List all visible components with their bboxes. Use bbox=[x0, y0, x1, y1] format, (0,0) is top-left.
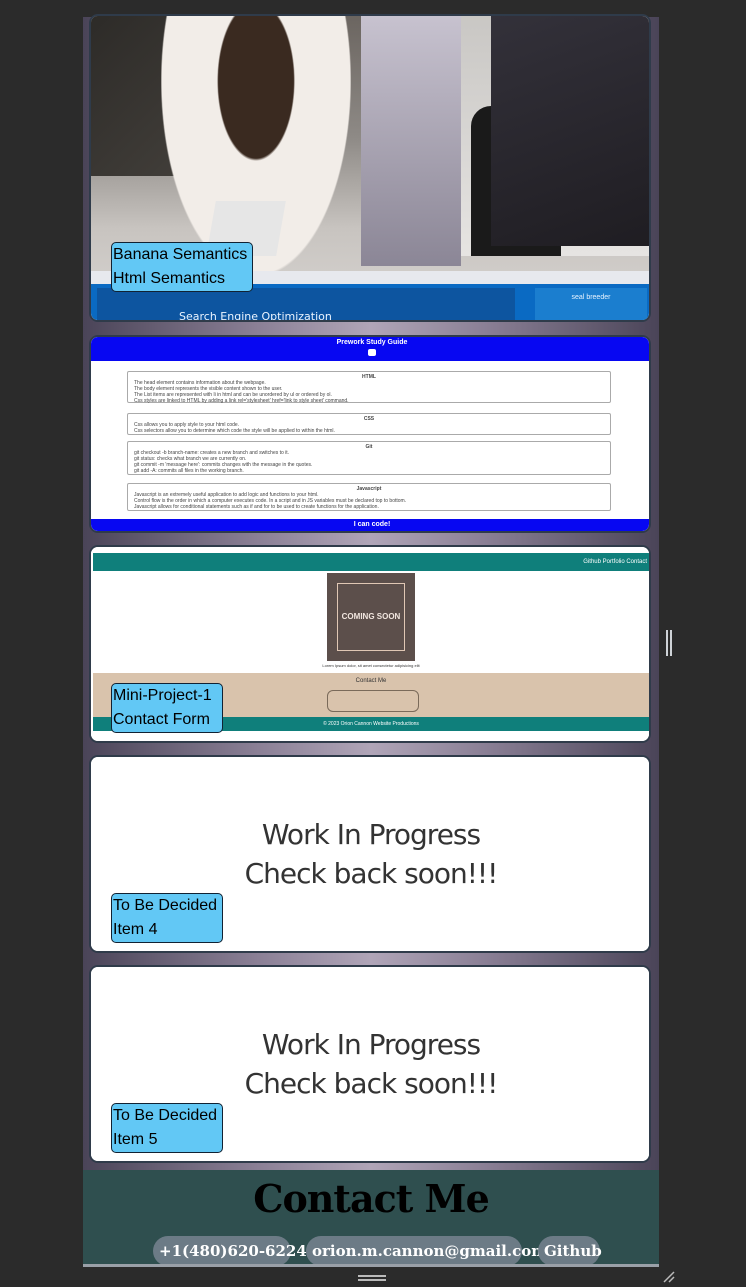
coming-soon-text: COMING SOON bbox=[337, 583, 405, 651]
study-section: CSS Css allows you to apply style to you… bbox=[127, 413, 611, 435]
contact-section: Contact Me +1(480)620-6224 orion.m.canno… bbox=[83, 1170, 659, 1266]
project-label[interactable]: Mini-Project-1 Contact Form bbox=[111, 683, 223, 733]
study-guide-header: Prework Study Guide bbox=[91, 337, 649, 361]
phone-link[interactable]: +1(480)620-6224 bbox=[153, 1236, 307, 1266]
camera-icon bbox=[368, 349, 376, 356]
bottom-border bbox=[83, 1264, 659, 1267]
wip-line-1: Work In Progress bbox=[261, 1028, 481, 1061]
project-label-subtitle: Contact Form bbox=[113, 711, 210, 728]
band-box-text: seal breeder bbox=[535, 288, 647, 320]
wip-line-2: Check back soon!!! bbox=[244, 1067, 499, 1100]
study-section: HTML The head element contains informati… bbox=[127, 371, 611, 404]
project-label-subtitle: Item 4 bbox=[113, 921, 158, 938]
page-container: seal breeder Search Engine Optimization … bbox=[83, 0, 659, 1266]
study-line: Css selectors allow you to determine whi… bbox=[134, 428, 335, 434]
wip-text: Work In Progress Check back soon!!! bbox=[91, 1025, 649, 1103]
project-card-4[interactable]: Work In Progress Check back soon!!! To B… bbox=[89, 755, 651, 953]
scroll-handle-icon[interactable] bbox=[666, 630, 672, 656]
project-label-title: To Be Decided bbox=[113, 1107, 218, 1124]
drag-grip-icon[interactable] bbox=[358, 1275, 386, 1281]
band-text: Search Engine Optimization bbox=[179, 310, 332, 322]
project-label-title: Banana Semantics bbox=[113, 246, 248, 263]
project-label-subtitle: Item 5 bbox=[113, 1131, 158, 1148]
project-card-3[interactable]: Github Portfolio Contact COMING SOON Lor… bbox=[89, 545, 651, 743]
project-card-5[interactable]: Work In Progress Check back soon!!! To B… bbox=[89, 965, 651, 1163]
project-label-title: To Be Decided bbox=[113, 897, 218, 914]
project-label[interactable]: To Be Decided Item 5 bbox=[111, 1103, 223, 1153]
project-label-title: Mini-Project-1 bbox=[113, 687, 212, 704]
contact-title: Contact Me bbox=[253, 1176, 490, 1221]
wip-line-1: Work In Progress bbox=[261, 818, 481, 851]
mini-form bbox=[327, 690, 419, 712]
study-section: Git git checkout -b branch-name: creates… bbox=[127, 441, 611, 475]
mini-caption: Lorem Ipsum dolor, sit amet consectetur … bbox=[322, 663, 420, 668]
study-line: git add -A: commits all files in the wor… bbox=[134, 468, 244, 474]
study-section: Javascript Javascript is an extremely us… bbox=[127, 483, 611, 511]
study-guide-title: Prework Study Guide bbox=[336, 339, 408, 346]
project-image: Prework Study Guide HTML The head elemen… bbox=[91, 337, 649, 531]
project-card-2[interactable]: Prework Study Guide HTML The head elemen… bbox=[89, 335, 651, 533]
project-label[interactable]: Banana Semantics Html Semantics bbox=[111, 242, 253, 292]
wip-line-2: Check back soon!!! bbox=[244, 857, 499, 890]
email-link[interactable]: orion.m.cannon@gmail.com bbox=[306, 1236, 547, 1266]
photo-region bbox=[491, 16, 649, 246]
wip-text: Work In Progress Check back soon!!! bbox=[91, 815, 649, 893]
coming-soon-image: COMING SOON bbox=[327, 573, 415, 661]
mini-nav: Github Portfolio Contact bbox=[93, 553, 649, 571]
photo-region bbox=[361, 16, 461, 266]
study-guide-footer: I can code! bbox=[91, 519, 649, 531]
study-line: Css styles are linked to HTML by adding … bbox=[134, 398, 349, 404]
project-card-1[interactable]: seal breeder Search Engine Optimization … bbox=[89, 14, 651, 322]
project-label[interactable]: To Be Decided Item 4 bbox=[111, 893, 223, 943]
resize-handle-icon[interactable] bbox=[662, 1270, 676, 1284]
project-label-subtitle: Html Semantics bbox=[113, 270, 226, 287]
study-line: Javascript allows for conditional statem… bbox=[134, 504, 379, 510]
github-link[interactable]: Github bbox=[538, 1236, 602, 1266]
